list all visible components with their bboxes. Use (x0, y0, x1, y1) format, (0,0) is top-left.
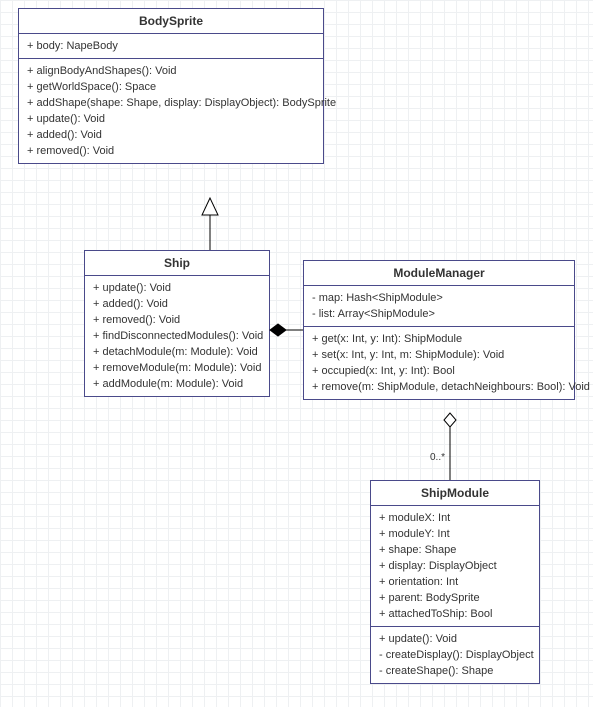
operation-row: + update(): Void (379, 631, 531, 647)
operation-row: - createDisplay(): DisplayObject (379, 647, 531, 663)
attributes-section: + moduleX: Int + moduleY: Int + shape: S… (371, 506, 539, 627)
class-title: BodySprite (19, 9, 323, 34)
operation-row: + update(): Void (93, 280, 261, 296)
operation-row: + alignBodyAndShapes(): Void (27, 63, 315, 79)
operation-row: + get(x: Int, y: Int): ShipModule (312, 331, 566, 347)
class-shipmodule[interactable]: ShipModule + moduleX: Int + moduleY: Int… (370, 480, 540, 684)
class-modulemanager[interactable]: ModuleManager - map: Hash<ShipModule> - … (303, 260, 575, 400)
attribute-row: + shape: Shape (379, 542, 531, 558)
attribute-row: + orientation: Int (379, 574, 531, 590)
operation-row: + findDisconnectedModules(): Void (93, 328, 261, 344)
attribute-row: + attachedToShip: Bool (379, 606, 531, 622)
operation-row: + removed(): Void (27, 143, 315, 159)
operation-row: + detachModule(m: Module): Void (93, 344, 261, 360)
class-bodysprite[interactable]: BodySprite + body: NapeBody + alignBodyA… (18, 8, 324, 164)
composition-ship-modulemanager (270, 324, 303, 336)
generalization-ship-bodysprite (202, 198, 218, 250)
attributes-section: - map: Hash<ShipModule> - list: Array<Sh… (304, 286, 574, 327)
operations-section: + alignBodyAndShapes(): Void + getWorldS… (19, 59, 323, 163)
attribute-row: - map: Hash<ShipModule> (312, 290, 566, 306)
class-title: ModuleManager (304, 261, 574, 286)
operation-row: + occupied(x: Int, y: Int): Bool (312, 363, 566, 379)
attribute-row: + parent: BodySprite (379, 590, 531, 606)
operation-row: + added(): Void (27, 127, 315, 143)
operation-row: - createShape(): Shape (379, 663, 531, 679)
operations-section: + update(): Void - createDisplay(): Disp… (371, 627, 539, 683)
class-title: ShipModule (371, 481, 539, 506)
attribute-row: - list: Array<ShipModule> (312, 306, 566, 322)
class-ship[interactable]: Ship + update(): Void + added(): Void + … (84, 250, 270, 397)
operation-row: + addShape(shape: Shape, display: Displa… (27, 95, 315, 111)
class-title: Ship (85, 251, 269, 276)
operation-row: + remove(m: ShipModule, detachNeighbours… (312, 379, 566, 395)
multiplicity-label: 0..* (430, 452, 445, 463)
attribute-row: + body: NapeBody (27, 38, 315, 54)
operations-section: + get(x: Int, y: Int): ShipModule + set(… (304, 327, 574, 399)
operation-row: + set(x: Int, y: Int, m: ShipModule): Vo… (312, 347, 566, 363)
operation-row: + removeModule(m: Module): Void (93, 360, 261, 376)
attributes-section: + body: NapeBody (19, 34, 323, 59)
operations-section: + update(): Void + added(): Void + remov… (85, 276, 269, 396)
attribute-row: + moduleY: Int (379, 526, 531, 542)
operation-row: + update(): Void (27, 111, 315, 127)
operation-row: + getWorldSpace(): Space (27, 79, 315, 95)
attribute-row: + moduleX: Int (379, 510, 531, 526)
attribute-row: + display: DisplayObject (379, 558, 531, 574)
aggregation-modulemanager-shipmodule (444, 413, 456, 480)
operation-row: + removed(): Void (93, 312, 261, 328)
operation-row: + addModule(m: Module): Void (93, 376, 261, 392)
operation-row: + added(): Void (93, 296, 261, 312)
